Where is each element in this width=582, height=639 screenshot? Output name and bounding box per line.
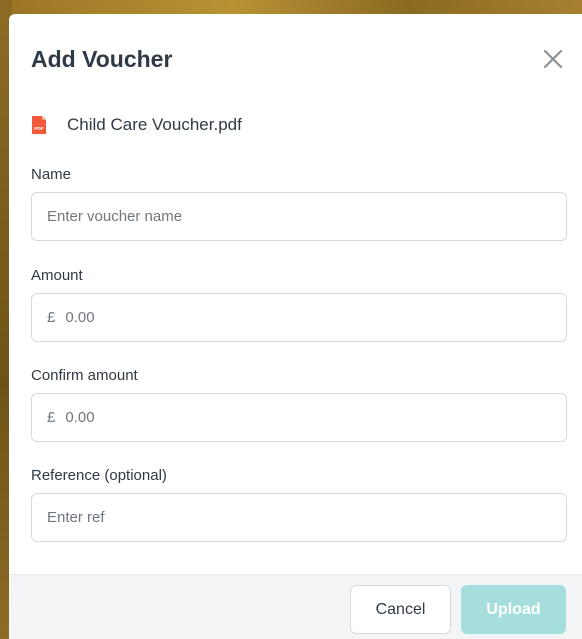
backdrop-top — [0, 0, 582, 14]
attached-file: PDF Child Care Voucher.pdf — [31, 114, 242, 136]
pdf-file-icon: PDF — [32, 116, 46, 134]
svg-text:PDF: PDF — [34, 126, 43, 131]
confirm-amount-field[interactable]: £ — [31, 393, 567, 442]
name-label: Name — [31, 166, 72, 183]
reference-input[interactable] — [47, 509, 566, 526]
name-input[interactable] — [47, 208, 566, 225]
confirm-amount-input[interactable] — [65, 409, 566, 426]
file-name: Child Care Voucher.pdf — [67, 115, 242, 134]
upload-button[interactable]: Upload — [461, 585, 566, 634]
currency-symbol: £ — [47, 409, 56, 426]
add-voucher-modal: Add Voucher PDF Child Care Voucher.pdf N… — [9, 14, 582, 639]
confirm-amount-label: Confirm amount — [31, 367, 138, 384]
amount-label: Amount — [31, 267, 83, 284]
name-field[interactable] — [31, 192, 567, 241]
currency-symbol: £ — [47, 309, 56, 326]
close-icon — [543, 49, 563, 69]
close-button[interactable] — [538, 44, 568, 74]
reference-field[interactable] — [31, 493, 567, 542]
modal-header: Add Voucher — [9, 14, 582, 94]
modal-title: Add Voucher — [31, 46, 173, 72]
cancel-button[interactable]: Cancel — [350, 585, 451, 634]
modal-footer: Cancel Upload — [9, 574, 582, 639]
reference-label: Reference (optional) — [31, 467, 167, 484]
amount-input[interactable] — [65, 309, 566, 326]
amount-field[interactable]: £ — [31, 293, 567, 342]
